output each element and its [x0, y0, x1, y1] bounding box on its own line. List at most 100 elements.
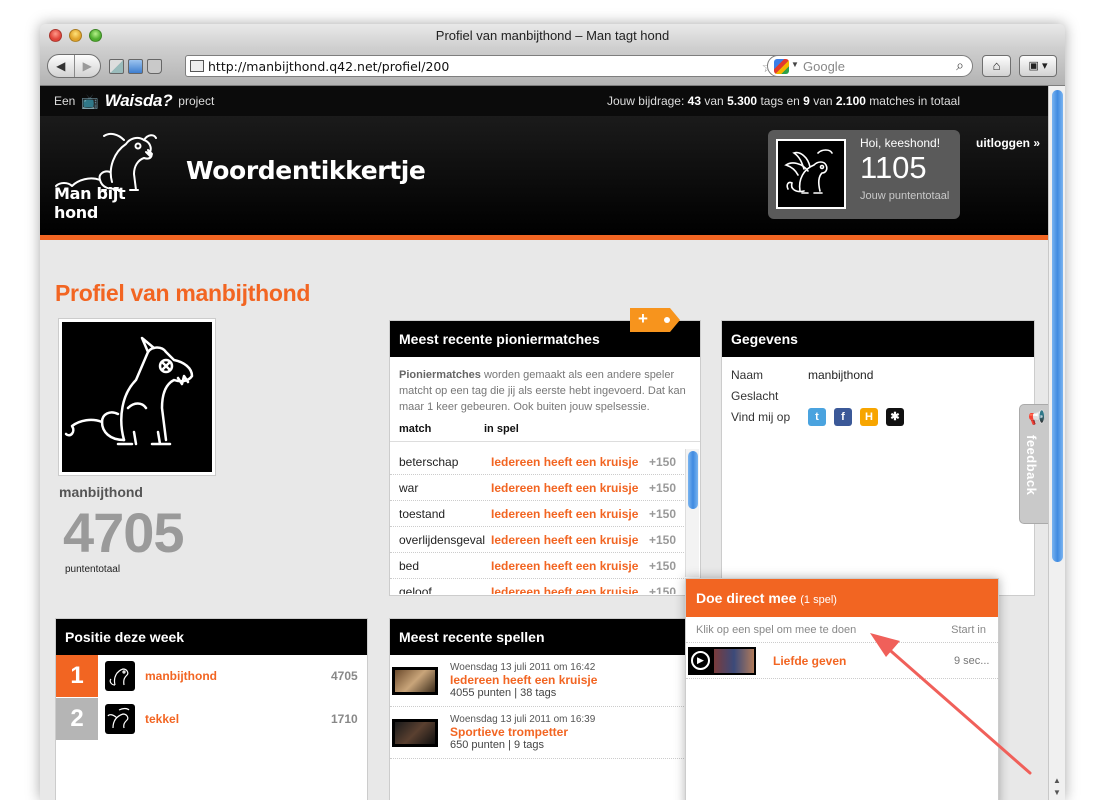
url-text[interactable]: http://manbijthond.q42.net/profiel/200: [208, 56, 449, 77]
detail-label: Geslacht: [731, 388, 779, 403]
reader-icon[interactable]: [147, 59, 162, 74]
table-row: geloof Iedereen heeft een kruisje +150: [390, 579, 686, 595]
ranking-row[interactable]: 2 tekkel 1710: [56, 698, 367, 741]
matches-word: matches in totaal: [869, 94, 960, 108]
waisda-icon[interactable]: ✱: [886, 407, 904, 426]
megaphone-icon: 📢: [1028, 409, 1046, 425]
user-avatar[interactable]: [776, 139, 846, 209]
waisda-logo[interactable]: Waisda?: [105, 86, 173, 116]
address-bar[interactable]: http://manbijthond.q42.net/profiel/200 ☆…: [185, 55, 798, 77]
contribution-label: Jouw bijdrage:: [606, 94, 685, 108]
match-word: bed: [399, 558, 420, 573]
winged-dog-icon: [784, 149, 833, 194]
match-points: +150: [649, 558, 677, 573]
twitter-icon[interactable]: t: [808, 407, 826, 426]
pioneer-scroll-thumb[interactable]: [688, 451, 698, 509]
search-bar[interactable]: ▼ Google ⌕: [767, 55, 973, 77]
search-icon[interactable]: ⌕: [956, 57, 964, 74]
game-thumbnail[interactable]: [392, 666, 438, 695]
table-row: bed Iedereen heeft een kruisje +150: [390, 553, 686, 579]
project-suffix: project: [178, 94, 215, 108]
minimize-window-button[interactable]: [69, 29, 82, 42]
feedback-tab[interactable]: 📢 feedback: [1019, 404, 1048, 524]
match-game-link[interactable]: Iedereen heeft een kruisje: [491, 507, 649, 521]
details-title: Gegevens: [722, 321, 1034, 357]
contribution-summary: Jouw bijdrage: 43 van 5.300 tags en 9 va…: [607, 86, 960, 116]
project-prefix: Een: [54, 94, 76, 108]
match-game-link[interactable]: Iedereen heeft een kruisje: [491, 533, 649, 547]
page-scrollbar[interactable]: ▲ ▼: [1048, 86, 1065, 800]
profile-score-label: puntentotaal: [65, 564, 121, 575]
pioneer-matches-panel: Meest recente pioniermatches Pioniermatc…: [389, 320, 701, 596]
recent-game-row[interactable]: Woensdag 13 juli 2011 om 16:39 Sportieve…: [390, 707, 700, 759]
table-row: beterschap Iedereen heeft een kruisje +1…: [390, 449, 686, 475]
back-button[interactable]: ◀: [48, 55, 74, 77]
game-title-link[interactable]: Iedereen heeft een kruisje: [450, 673, 597, 687]
match-points: +150: [649, 454, 677, 469]
recent-game-row[interactable]: Woensdag 13 juli 2011 om 16:42 Iedereen …: [390, 655, 700, 707]
pioneer-rows: beterschap Iedereen heeft een kruisje +1…: [390, 449, 686, 594]
forward-button[interactable]: ▶: [73, 55, 101, 77]
player-avatar: [105, 661, 135, 691]
game-meta: 4055 punten | 38 tags: [450, 687, 557, 699]
match-word: geloof: [399, 584, 432, 595]
game-date: Woensdag 13 juli 2011 om 16:42: [450, 662, 596, 673]
close-window-button[interactable]: [49, 29, 62, 42]
table-row: overlijdensgeval Iedereen heeft een krui…: [390, 527, 686, 553]
rank-number: 1: [56, 655, 98, 697]
ranking-row[interactable]: 1 manbijthond 4705: [56, 655, 367, 698]
search-placeholder[interactable]: Google: [803, 56, 845, 77]
recent-games-title: Meest recente spellen: [390, 619, 700, 655]
zoom-window-button[interactable]: [89, 29, 102, 42]
bookmark-menu-button[interactable]: ▣ ▾: [1019, 55, 1057, 77]
details-list: Naam manbijthond Geslacht Vind mij op t …: [722, 357, 1034, 427]
game-title-link[interactable]: Sportieve trompetter: [450, 725, 595, 739]
match-game-link[interactable]: Iedereen heeft een kruisje: [491, 585, 649, 595]
play-icon[interactable]: ▶: [691, 650, 710, 670]
user-box[interactable]: Hoi, keeshond! 1105 Jouw puntentotaal: [768, 130, 960, 219]
google-icon[interactable]: [774, 59, 789, 74]
game-thumbnail[interactable]: [392, 718, 438, 747]
history-nav: ◀ ▶: [47, 54, 101, 78]
window-title: Profiel van manbijthond – Man tagt hond: [435, 28, 670, 43]
profile-username: manbijthond: [59, 484, 143, 500]
match-game-link[interactable]: Iedereen heeft een kruisje: [491, 559, 649, 573]
player-name-link[interactable]: manbijthond: [145, 669, 331, 683]
game-info: Woensdag 13 juli 2011 om 16:39 Sportieve…: [450, 714, 595, 751]
scroll-down-icon[interactable]: ▼: [1049, 788, 1065, 797]
project-credit: Een 📺 Waisda? project: [54, 86, 214, 116]
col-game: in spel: [484, 423, 519, 435]
hyves-icon[interactable]: H: [860, 407, 878, 426]
user-greeting: Hoi, keeshond!: [860, 136, 941, 150]
detail-value: manbijthond: [808, 367, 874, 382]
match-game-link[interactable]: Iedereen heeft een kruisje: [491, 455, 649, 469]
dog-avatar-icon: [64, 336, 194, 446]
site-favicon-icon: [190, 60, 204, 72]
match-word: beterschap: [399, 454, 459, 469]
match-word: toestand: [399, 506, 446, 521]
bookmarks-icon[interactable]: [128, 59, 143, 74]
scroll-up-icon[interactable]: ▲: [1049, 776, 1065, 785]
logout-link[interactable]: uitloggen »: [976, 136, 1040, 150]
site-logo[interactable]: Man bijt hond: [54, 130, 164, 222]
detail-social: Vind mij op t f H ✱: [722, 406, 1034, 427]
pioneer-intro: Pioniermatches worden gemaakt als een an…: [390, 357, 700, 421]
match-game-link[interactable]: Iedereen heeft een kruisje: [491, 481, 649, 495]
search-engine-dropdown-icon[interactable]: ▼: [791, 60, 799, 69]
pioneer-table-header: match in spel: [390, 421, 700, 442]
browser-toolbar: ◀ ▶ http://manbijthond.q42.net/profiel/2…: [40, 48, 1065, 86]
player-name-link[interactable]: tekkel: [145, 712, 331, 726]
of-word: van: [704, 94, 724, 108]
of-word: van: [813, 94, 833, 108]
home-button[interactable]: ⌂: [982, 55, 1011, 77]
topsites-icon[interactable]: [109, 59, 124, 74]
match-points: +150: [649, 532, 677, 547]
tv-icon: 📺: [81, 93, 99, 109]
detail-name: Naam manbijthond: [722, 364, 1034, 385]
tags-word: tags en: [760, 94, 800, 108]
joinable-game-thumbnail[interactable]: ▶: [688, 646, 756, 675]
site-title: Woordentikkertje: [186, 156, 426, 185]
facebook-icon[interactable]: f: [834, 407, 852, 426]
page-scroll-thumb[interactable]: [1052, 90, 1063, 562]
pioneer-scrollbar[interactable]: [685, 449, 699, 577]
